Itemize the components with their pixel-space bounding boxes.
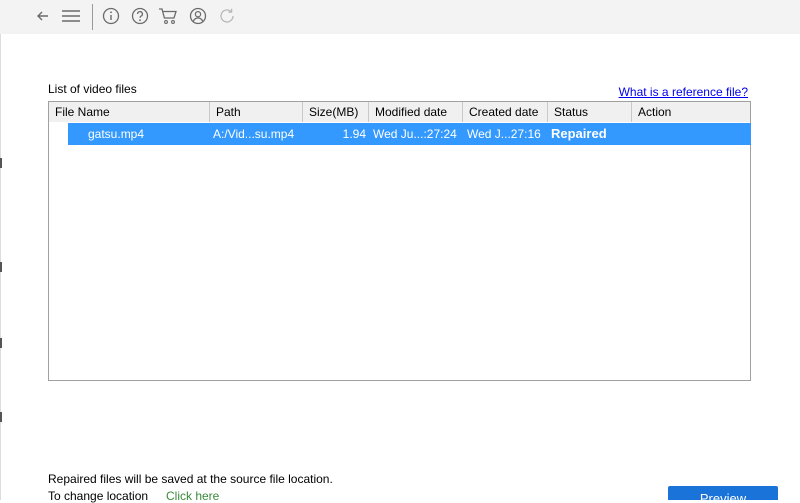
reference-file-link[interactable]: What is a reference file? [619, 85, 748, 99]
cell-created-date: Wed J...27:16 [467, 127, 541, 141]
cell-status: Repaired [551, 126, 607, 141]
cell-file-name: gatsu.mp4 [88, 127, 145, 141]
user-icon[interactable] [188, 6, 208, 26]
refresh-icon[interactable] [217, 6, 237, 26]
info-icon[interactable] [101, 6, 121, 26]
video-files-table: File Name Path Size(MB) Modified date Cr… [48, 101, 751, 381]
window-edge-mark [0, 158, 2, 168]
menu-icon[interactable] [61, 6, 81, 26]
table-row[interactable]: gatsu.mp4 A:/Vid...su.mp4 1.94 Wed Ju...… [68, 123, 751, 145]
window-edge-mark [0, 412, 2, 422]
cell-action[interactable] [635, 123, 745, 145]
change-location-label: To change location [48, 489, 149, 503]
change-location-link[interactable]: Click here [166, 489, 219, 503]
window-edge-mark [0, 338, 2, 348]
preview-button[interactable]: Preview [668, 486, 778, 500]
back-arrow-icon[interactable] [33, 6, 53, 26]
cell-modified-date: Wed Ju...:27:24 [373, 127, 457, 141]
cell-path: A:/Vid...su.mp4 [213, 127, 295, 141]
column-header-modified-date[interactable]: Modified date [369, 102, 463, 122]
toolbar-separator [92, 4, 93, 30]
column-header-file-name[interactable]: File Name [49, 102, 210, 122]
top-toolbar [0, 0, 800, 34]
cell-size: 1.94 [342, 127, 366, 141]
save-location-note: Repaired files will be saved at the sour… [48, 472, 333, 486]
cart-icon[interactable] [158, 6, 178, 26]
help-icon[interactable] [130, 6, 150, 26]
column-header-size[interactable]: Size(MB) [303, 102, 369, 122]
column-header-status[interactable]: Status [548, 102, 632, 122]
column-header-created-date[interactable]: Created date [463, 102, 548, 122]
column-header-path[interactable]: Path [210, 102, 303, 122]
column-header-action[interactable]: Action [632, 102, 750, 122]
video-list-title: List of video files [48, 82, 137, 96]
window-edge-mark [0, 262, 2, 272]
table-header: File Name Path Size(MB) Modified date Cr… [49, 102, 750, 122]
